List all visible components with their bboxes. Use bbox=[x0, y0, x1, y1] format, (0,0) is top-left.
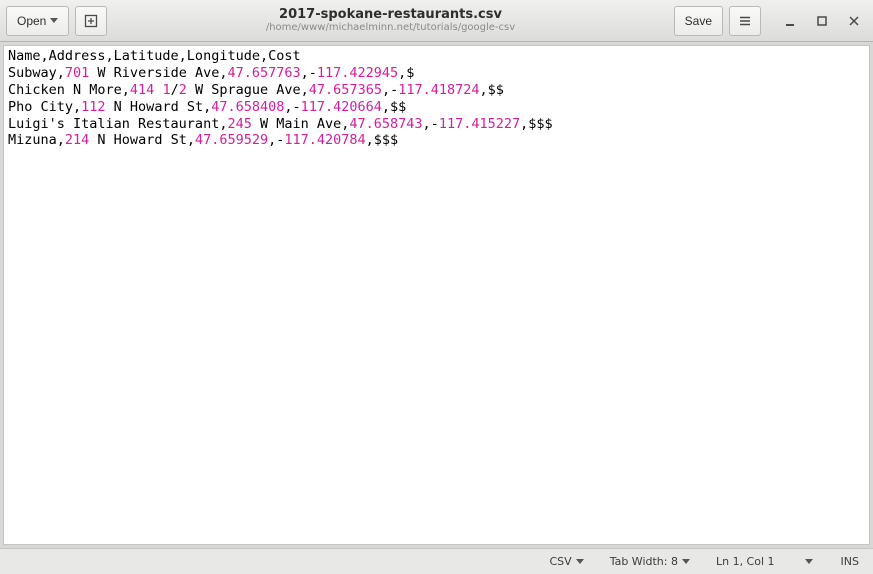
cursor-position-label: Ln 1, Col 1 bbox=[716, 555, 775, 568]
token-number: 117.420664 bbox=[301, 99, 382, 115]
new-tab-button[interactable] bbox=[75, 6, 107, 36]
token-text: / bbox=[171, 82, 179, 98]
token-number: 47.659529 bbox=[195, 132, 268, 148]
token-number: 414 bbox=[130, 82, 154, 98]
token-number: 245 bbox=[227, 116, 251, 132]
save-button-label: Save bbox=[685, 14, 712, 28]
token-text: W Main Ave, bbox=[252, 116, 350, 132]
token-number: 47.658408 bbox=[211, 99, 284, 115]
hamburger-icon bbox=[738, 14, 752, 28]
token-text: ,- bbox=[301, 65, 317, 81]
token-number: 2 bbox=[179, 82, 187, 98]
chevron-down-icon bbox=[805, 559, 813, 564]
token-text: W Sprague Ave, bbox=[187, 82, 309, 98]
maximize-button[interactable] bbox=[809, 8, 835, 34]
chevron-down-icon bbox=[576, 559, 584, 564]
editor-line: Mizuna,214 N Howard St,47.659529,-117.42… bbox=[8, 132, 865, 149]
chevron-down-icon bbox=[50, 18, 58, 23]
token-number: 47.657763 bbox=[227, 65, 300, 81]
menu-button[interactable] bbox=[729, 6, 761, 36]
token-text: ,- bbox=[284, 99, 300, 115]
token-number: 47.658743 bbox=[349, 116, 422, 132]
maximize-icon bbox=[816, 15, 828, 27]
token-text: W Riverside Ave, bbox=[89, 65, 227, 81]
close-button[interactable] bbox=[841, 8, 867, 34]
tab-width-label: Tab Width: 8 bbox=[610, 555, 678, 568]
new-document-icon bbox=[84, 14, 98, 28]
window-title: 2017-spokane-restaurants.csv bbox=[113, 7, 667, 23]
token-text: Name,Address,Latitude,Longitude,Cost bbox=[8, 48, 301, 64]
editor-line: Subway,701 W Riverside Ave,47.657763,-11… bbox=[8, 65, 865, 82]
window-subtitle: /home/www/michaelminn.net/tutorials/goog… bbox=[113, 22, 667, 34]
token-number: 117.420784 bbox=[284, 132, 365, 148]
insert-mode[interactable]: INS bbox=[835, 553, 865, 570]
close-icon bbox=[848, 15, 860, 27]
minimize-button[interactable] bbox=[777, 8, 803, 34]
open-button[interactable]: Open bbox=[6, 6, 69, 36]
token-text: ,$ bbox=[398, 65, 414, 81]
token-text: Subway, bbox=[8, 65, 65, 81]
token-number: 117.418724 bbox=[398, 82, 479, 98]
statusbar: CSV Tab Width: 8 Ln 1, Col 1 INS bbox=[0, 548, 873, 574]
editor-line: Pho City,112 N Howard St,47.658408,-117.… bbox=[8, 99, 865, 116]
token-number: 214 bbox=[65, 132, 89, 148]
token-number: 47.657365 bbox=[309, 82, 382, 98]
language-label: CSV bbox=[549, 555, 571, 568]
token-number: 1 bbox=[162, 82, 170, 98]
token-text: Mizuna, bbox=[8, 132, 65, 148]
title-block: 2017-spokane-restaurants.csv /home/www/m… bbox=[113, 7, 667, 35]
tab-width-selector[interactable]: Tab Width: 8 bbox=[606, 553, 694, 570]
token-text: ,$$$ bbox=[366, 132, 399, 148]
token-text: ,- bbox=[268, 132, 284, 148]
token-number: 117.422945 bbox=[317, 65, 398, 81]
editor-line: Name,Address,Latitude,Longitude,Cost bbox=[8, 48, 865, 65]
token-text: ,$$ bbox=[382, 99, 406, 115]
language-selector[interactable]: CSV bbox=[545, 553, 587, 570]
token-text: ,- bbox=[382, 82, 398, 98]
editor-line: Chicken N More,414 1/2 W Sprague Ave,47.… bbox=[8, 82, 865, 99]
editor-view[interactable]: Name,Address,Latitude,Longitude,CostSubw… bbox=[3, 45, 870, 545]
headerbar: Open 2017-spokane-restaurants.csv /home/… bbox=[0, 0, 873, 42]
token-number: 117.415227 bbox=[439, 116, 520, 132]
editor-line: Luigi's Italian Restaurant,245 W Main Av… bbox=[8, 116, 865, 133]
token-number: 701 bbox=[65, 65, 89, 81]
token-text: N Howard St, bbox=[89, 132, 195, 148]
cursor-position[interactable]: Ln 1, Col 1 bbox=[712, 553, 817, 570]
token-text: N Howard St, bbox=[106, 99, 212, 115]
token-number: 112 bbox=[81, 99, 105, 115]
token-text: ,- bbox=[423, 116, 439, 132]
save-button[interactable]: Save bbox=[674, 6, 723, 36]
chevron-down-icon bbox=[682, 559, 690, 564]
token-text: Chicken N More, bbox=[8, 82, 130, 98]
token-text: ,$$ bbox=[480, 82, 504, 98]
minimize-icon bbox=[784, 15, 796, 27]
token-text: Pho City, bbox=[8, 99, 81, 115]
token-text: Luigi's Italian Restaurant, bbox=[8, 116, 227, 132]
token-text: ,$$$ bbox=[520, 116, 553, 132]
open-button-label: Open bbox=[17, 14, 46, 28]
